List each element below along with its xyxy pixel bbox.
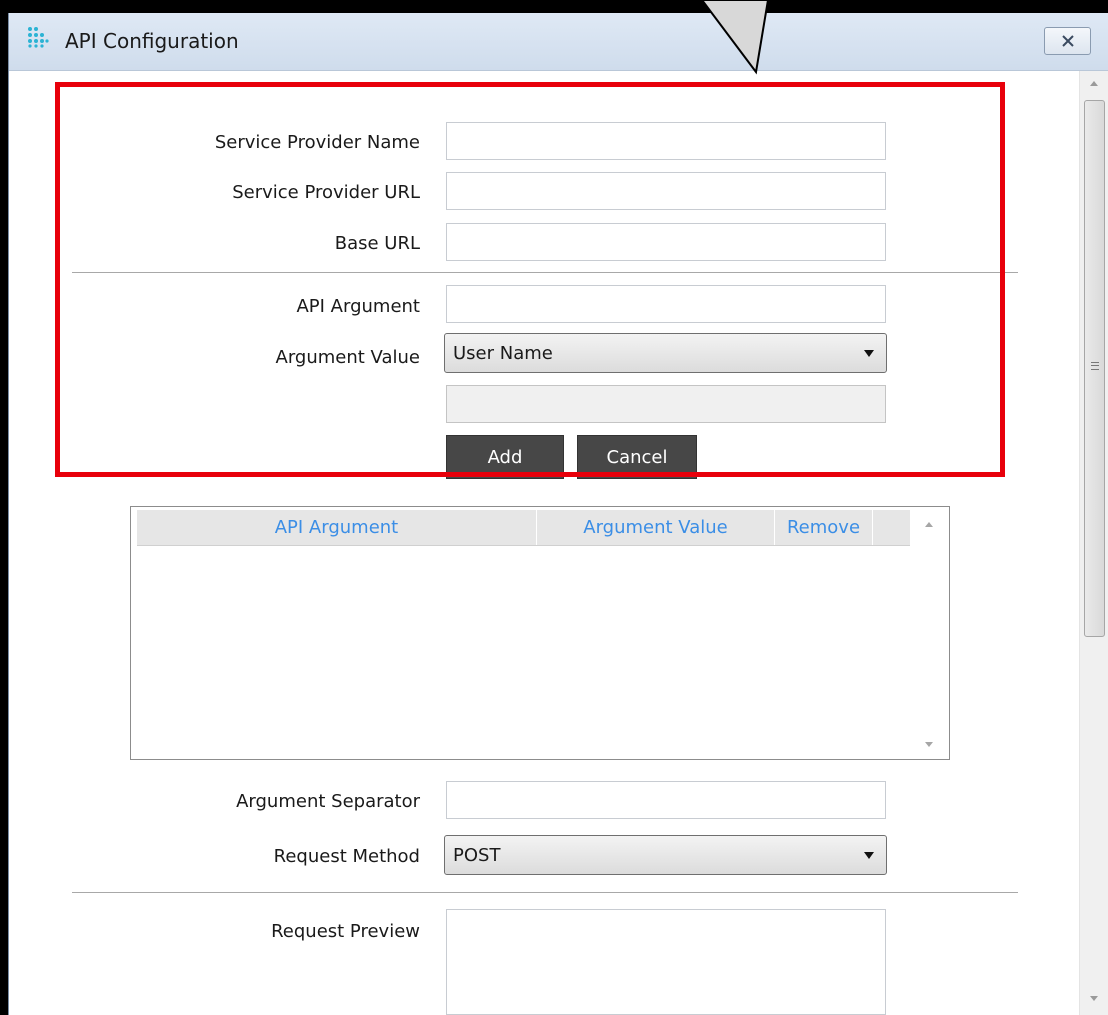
dialog-content: Service Provider Name Service Provider U…	[9, 71, 1079, 1015]
add-button[interactable]: Add	[446, 435, 564, 479]
scroll-down-icon[interactable]	[1090, 996, 1098, 1001]
service-provider-url-input[interactable]	[446, 172, 886, 210]
title-bar: API Configuration	[9, 13, 1108, 71]
column-header-argument-value[interactable]: Argument Value	[537, 510, 775, 545]
column-header-api-argument[interactable]: API Argument	[137, 510, 537, 545]
base-url-label: Base URL	[334, 233, 420, 254]
arguments-grid: API Argument Argument Value Remove	[130, 506, 950, 760]
request-method-label: Request Method	[273, 846, 420, 867]
argument-separator-input[interactable]	[446, 781, 886, 819]
column-header-remove[interactable]: Remove	[775, 510, 873, 545]
window-title: API Configuration	[65, 29, 239, 53]
section-divider	[72, 272, 1018, 273]
window-scrollbar[interactable]	[1079, 71, 1108, 1015]
scroll-up-icon[interactable]	[1090, 81, 1098, 86]
close-icon	[1061, 35, 1074, 47]
callout-pointer	[700, 0, 770, 75]
argument-value-extra-input[interactable]	[446, 385, 886, 423]
api-argument-label: API Argument	[296, 296, 420, 317]
scroll-up-icon[interactable]	[925, 522, 933, 527]
argument-separator-label: Argument Separator	[236, 791, 420, 812]
screenshot-canvas: API Configuration Service Provider Name …	[0, 0, 1108, 1015]
argument-value-dropdown[interactable]: User Name	[444, 333, 887, 373]
close-button[interactable]	[1044, 27, 1091, 55]
service-provider-name-label: Service Provider Name	[214, 132, 420, 153]
scrollbar-thumb[interactable]	[1084, 100, 1105, 637]
cancel-button[interactable]: Cancel	[577, 435, 697, 479]
request-preview-textarea[interactable]	[446, 909, 886, 1015]
request-method-selected: POST	[453, 845, 501, 866]
request-method-dropdown[interactable]: POST	[444, 835, 887, 875]
base-url-input[interactable]	[446, 223, 886, 261]
service-provider-url-label: Service Provider URL	[232, 182, 420, 203]
argument-value-label: Argument Value	[275, 347, 420, 368]
api-argument-input[interactable]	[446, 285, 886, 323]
app-grid-icon	[28, 27, 49, 48]
api-configuration-window: API Configuration Service Provider Name …	[8, 13, 1108, 1015]
grid-header: API Argument Argument Value Remove	[137, 510, 910, 546]
section-divider	[72, 892, 1018, 893]
scroll-down-icon[interactable]	[925, 742, 933, 747]
grip-icon	[1091, 362, 1099, 370]
argument-value-selected: User Name	[453, 343, 553, 364]
grid-scrollbar[interactable]	[914, 510, 944, 755]
chevron-down-icon	[864, 852, 874, 859]
chevron-down-icon	[864, 350, 874, 357]
request-preview-label: Request Preview	[271, 921, 420, 942]
service-provider-name-input[interactable]	[446, 122, 886, 160]
